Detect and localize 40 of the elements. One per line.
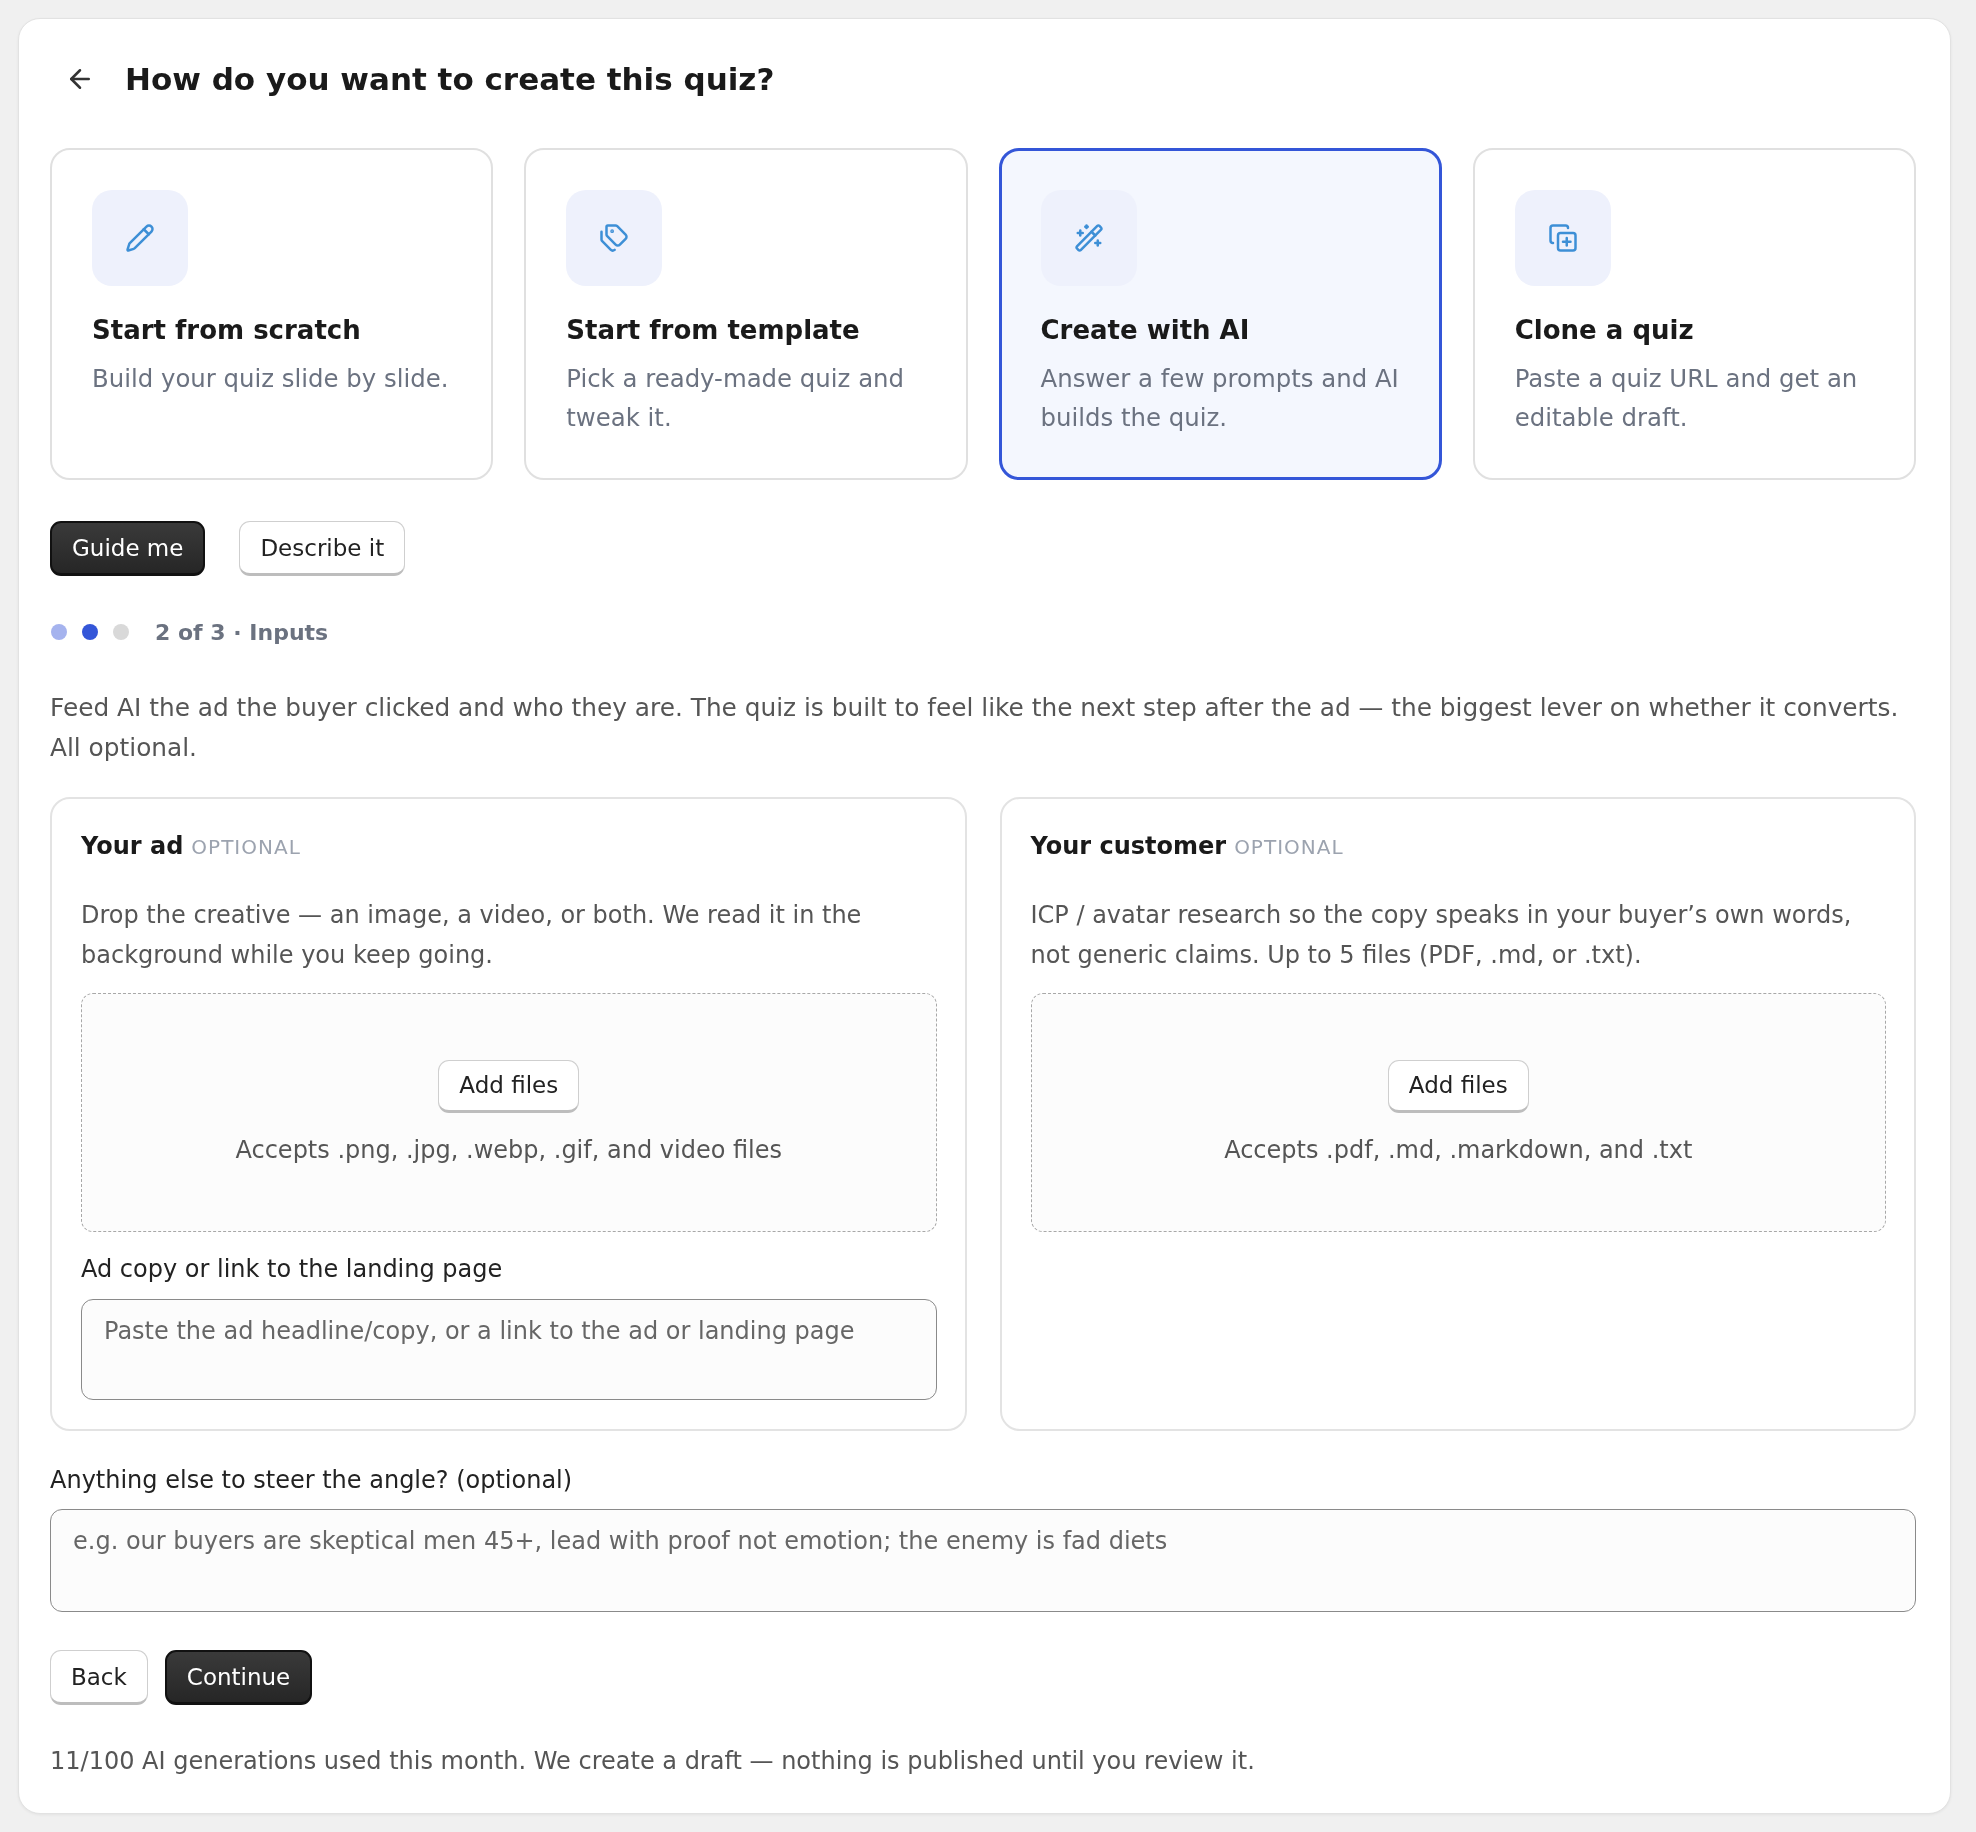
file-dropzone[interactable]: Add files Accepts .png, .jpg, .webp, .gif, and video files: [81, 993, 937, 1232]
ad-copy-field[interactable]: Paste the ad headline/copy, or a link to the ad or landing page: [81, 1299, 937, 1400]
accepted-files-text: Accepts .png, .jpg, .webp, .gif, and video files: [235, 1134, 782, 1166]
steer-field[interactable]: e.g. our buyers are skeptical men 45+, lead with proof not emotion; the enemy is fad diets: [50, 1509, 1916, 1612]
option-card[interactable]: Clone a quiz Paste a quiz URL and get an editable draft.: [1472, 148, 1916, 480]
usage-note: 11/100 AI generations used this month. We create a draft — nothing is published until you review it.: [50, 1746, 1256, 1777]
optional-label: OPTIONAL: [1234, 834, 1344, 861]
optional-label: OPTIONAL: [191, 834, 301, 861]
file-dropzone[interactable]: Add files Accepts .pdf, .md, .markdown, and .txt: [1030, 993, 1886, 1232]
panel-description: Drop the creative — an image, a video, or both. We read it in the background while you keep going.: [81, 900, 863, 971]
mode-button[interactable]: Guide me: [50, 521, 206, 576]
option-title: Clone a quiz: [1514, 314, 1694, 347]
option-title: Create with AI: [1040, 314, 1250, 347]
field-label: Anything else to steer the angle? (optional): [50, 1465, 574, 1496]
pencil-icon: [92, 190, 188, 286]
option-card[interactable]: Start from scratch Build your quiz slide by slide.: [50, 148, 494, 480]
mode-button[interactable]: Describe it: [239, 521, 406, 576]
option-card[interactable]: Start from template Pick a ready-made quiz and tweak it.: [524, 148, 968, 480]
option-card[interactable]: Create with AI Answer a few prompts and AI builds the quiz.: [998, 148, 1442, 480]
option-description: Build your quiz slide by slide.: [92, 363, 449, 395]
option-description: Pick a ready-made quiz and tweak it.: [566, 363, 906, 434]
accepted-files-text: Accepts .pdf, .md, .markdown, and .txt: [1224, 1134, 1693, 1166]
step-label: 2 of 3 · Inputs: [155, 619, 329, 645]
panel-description: ICP / avatar research so the copy speaks in your buyer’s own words, not generic claims. Up to 5 files (PDF, .md, or .txt).: [1030, 900, 1853, 971]
option-title: Start from template: [566, 314, 860, 347]
tags-icon: [566, 190, 663, 286]
option-description: Answer a few prompts and AI builds the quiz.: [1040, 363, 1400, 434]
back-button[interactable]: Back: [50, 1650, 148, 1705]
field-label: Ad copy or link to the landing page: [81, 1254, 504, 1285]
option-title: Start from scratch: [92, 314, 361, 347]
copy-plus-icon: [1514, 190, 1611, 286]
panel-title: Your customer: [1030, 831, 1227, 862]
option-description: Paste a quiz URL and get an editable draft.: [1514, 363, 1859, 434]
page-title: How do you want to create this quiz?: [125, 60, 775, 99]
add-files-button[interactable]: Add files: [438, 1059, 580, 1113]
intro-text: Feed AI the ad the buyer clicked and who they are. The quiz is built to feel like the next step after the ad — the biggest lever on whether it converts. All optional.: [50, 692, 1900, 764]
continue-button[interactable]: Continue: [164, 1650, 313, 1705]
magic-wand-icon: [1040, 190, 1137, 286]
panel-title: Your ad: [81, 831, 184, 862]
add-files-button[interactable]: Add files: [1387, 1059, 1529, 1113]
